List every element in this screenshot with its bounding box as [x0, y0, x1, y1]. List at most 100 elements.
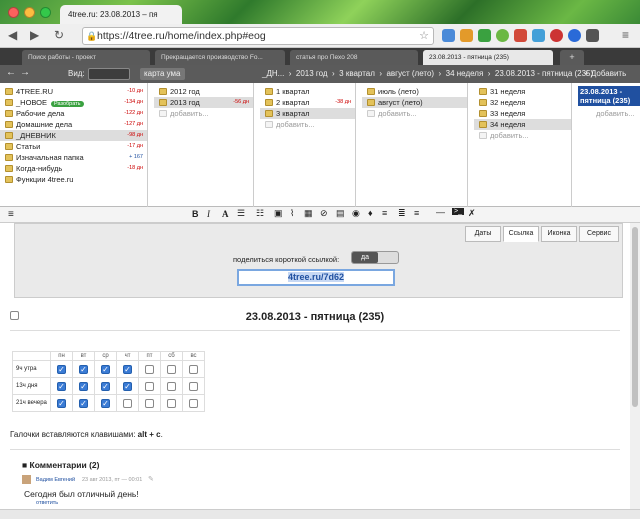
tree-item[interactable]: 4TREE.RU -10 дн	[0, 86, 147, 97]
comment-author[interactable]: Вадим Евгений	[36, 477, 75, 483]
tools-icon[interactable]: ✗	[468, 208, 476, 219]
tree-item[interactable]: добавить...	[260, 119, 355, 130]
crumb[interactable]: 3 квартал	[339, 69, 375, 78]
crumb[interactable]: _ДН...	[262, 69, 284, 78]
checkbox[interactable]	[189, 364, 198, 374]
extension-icon[interactable]	[586, 29, 599, 42]
tab-bookmark-active[interactable]: 23.08.2013 - пятница (235)	[423, 50, 553, 65]
edit-icon[interactable]: ✎	[148, 475, 154, 483]
table-icon[interactable]: ▤	[336, 208, 345, 219]
tree-item[interactable]: 31 неделя	[474, 86, 571, 97]
extension-icon[interactable]	[460, 29, 473, 42]
tab-icon[interactable]: Иконка	[541, 226, 577, 242]
tree-item[interactable]: июль (лето)	[362, 86, 467, 97]
tree-item[interactable]: 34 неделя	[474, 119, 571, 130]
list-icon[interactable]: ☰	[237, 208, 245, 219]
tab-dates[interactable]: Даты	[465, 226, 501, 242]
image-icon[interactable]: ▣	[274, 208, 283, 219]
checkbox[interactable]: ✓	[57, 364, 66, 374]
tree-item[interactable]: 3 квартал	[260, 108, 355, 119]
tree-item-selected[interactable]: 23.08.2013 - пятница (235)	[578, 86, 640, 106]
tree-item[interactable]: 33 неделя	[474, 108, 571, 119]
extension-icon[interactable]	[532, 29, 545, 42]
tree-item[interactable]: добавить...	[474, 130, 571, 141]
tree-item[interactable]: Функции 4tree.ru	[0, 174, 147, 185]
crumb[interactable]: 34 неделя	[446, 69, 484, 78]
tree-item[interactable]: 1 квартал	[260, 86, 355, 97]
crumb[interactable]: 2013 год	[296, 69, 328, 78]
align-right-icon[interactable]: ≡	[414, 208, 419, 218]
reload-icon[interactable]: ↻	[54, 28, 64, 42]
crumb[interactable]: август (лето)	[386, 69, 434, 78]
share-toggle[interactable]: да	[351, 251, 399, 264]
checkbox[interactable]	[145, 398, 154, 408]
new-tab-button[interactable]: +	[560, 50, 584, 65]
checkbox[interactable]	[145, 364, 154, 374]
checkbox[interactable]	[145, 381, 154, 391]
tree-item[interactable]: _НОВОЕ Разобрать -134 дн	[0, 97, 147, 108]
align-center-icon[interactable]: ≣	[398, 208, 406, 219]
tree-item[interactable]: _ДНЕВНИК -98 дн	[0, 130, 147, 141]
extension-icon[interactable]	[442, 29, 455, 42]
checkbox[interactable]: ✓	[101, 381, 110, 391]
checkbox[interactable]	[167, 364, 176, 374]
tab-service[interactable]: Сервис	[579, 226, 619, 242]
checkbox[interactable]	[189, 381, 198, 391]
attach-icon[interactable]: ⌇	[290, 208, 294, 219]
checkbox[interactable]	[167, 398, 176, 408]
close-window-icon[interactable]	[8, 7, 19, 18]
tree-item[interactable]: 32 неделя	[474, 97, 571, 108]
checkbox[interactable]: ✓	[57, 381, 66, 391]
tab-bookmark[interactable]: Поиск работы - проект	[22, 50, 150, 65]
crumb[interactable]: 23.08.2013 - пятница (235)	[495, 69, 593, 78]
add-item-link[interactable]: добавить...	[576, 108, 640, 119]
checkbox[interactable]: ✓	[123, 381, 132, 391]
checkbox[interactable]	[189, 398, 198, 408]
minimize-window-icon[interactable]	[24, 7, 35, 18]
mindmap-button[interactable]: карта ума	[140, 68, 185, 80]
code-icon[interactable]: ◉	[352, 208, 360, 219]
back-arrow-icon[interactable]: ←	[6, 67, 16, 78]
numbered-list-icon[interactable]: ☷	[256, 208, 264, 219]
extension-icon[interactable]	[550, 29, 563, 42]
tree-item[interactable]: Домашние дела -127 дн	[0, 119, 147, 130]
tree-item[interactable]: август (лето)	[362, 97, 467, 108]
tree-item[interactable]: Рабочие дела -122 дн	[0, 108, 147, 119]
reply-link[interactable]: ответить	[36, 500, 58, 506]
extension-icon[interactable]	[496, 29, 509, 42]
checkbox[interactable]: ✓	[101, 398, 110, 408]
bold-icon[interactable]: B	[192, 209, 199, 219]
checkbox[interactable]: ✓	[123, 364, 132, 374]
checkbox[interactable]: ✓	[79, 364, 88, 374]
video-icon[interactable]: ▦	[304, 208, 313, 219]
extension-icon[interactable]	[568, 29, 581, 42]
tree-item[interactable]: Статьи -17 дн	[0, 141, 147, 152]
html-icon[interactable]: >_	[452, 208, 464, 215]
checkbox[interactable]	[167, 381, 176, 391]
color-icon[interactable]: ♦	[368, 208, 373, 218]
link-icon[interactable]: ⊘	[320, 208, 328, 219]
extension-icon[interactable]	[478, 29, 491, 42]
align-left-icon[interactable]: ≡	[382, 208, 387, 218]
add-button[interactable]: + Добавить	[584, 69, 626, 78]
italic-icon[interactable]: I	[207, 209, 210, 219]
checkbox[interactable]: ✓	[79, 381, 88, 391]
tree-item[interactable]: Когда-нибудь -18 дн	[0, 163, 147, 174]
menu-icon[interactable]: ≡	[622, 28, 629, 42]
tab-bookmark[interactable]: Прекращается производство Fo...	[155, 50, 285, 65]
tree-item[interactable]: Изначальная папка + 167	[0, 152, 147, 163]
back-icon[interactable]: ◀	[8, 28, 17, 42]
hamburger-icon[interactable]: ≡	[8, 209, 14, 220]
tree-item[interactable]: 2013 год -56 дн	[154, 97, 253, 108]
scrollbar-thumb[interactable]	[632, 227, 638, 407]
tree-item[interactable]: 2 квартал -38 дн	[260, 97, 355, 108]
tab-bookmark[interactable]: статья про Пехо 208	[290, 50, 418, 65]
status-badge[interactable]: Разобрать	[51, 101, 84, 107]
font-icon[interactable]: A	[222, 209, 229, 219]
extension-icon[interactable]	[514, 29, 527, 42]
checkbox[interactable]: ✓	[79, 398, 88, 408]
tree-item[interactable]: добавить...	[362, 108, 467, 119]
tab-link[interactable]: Ссылка	[503, 226, 539, 242]
forward-arrow-icon[interactable]: →	[20, 67, 30, 78]
checkbox[interactable]	[123, 398, 132, 408]
